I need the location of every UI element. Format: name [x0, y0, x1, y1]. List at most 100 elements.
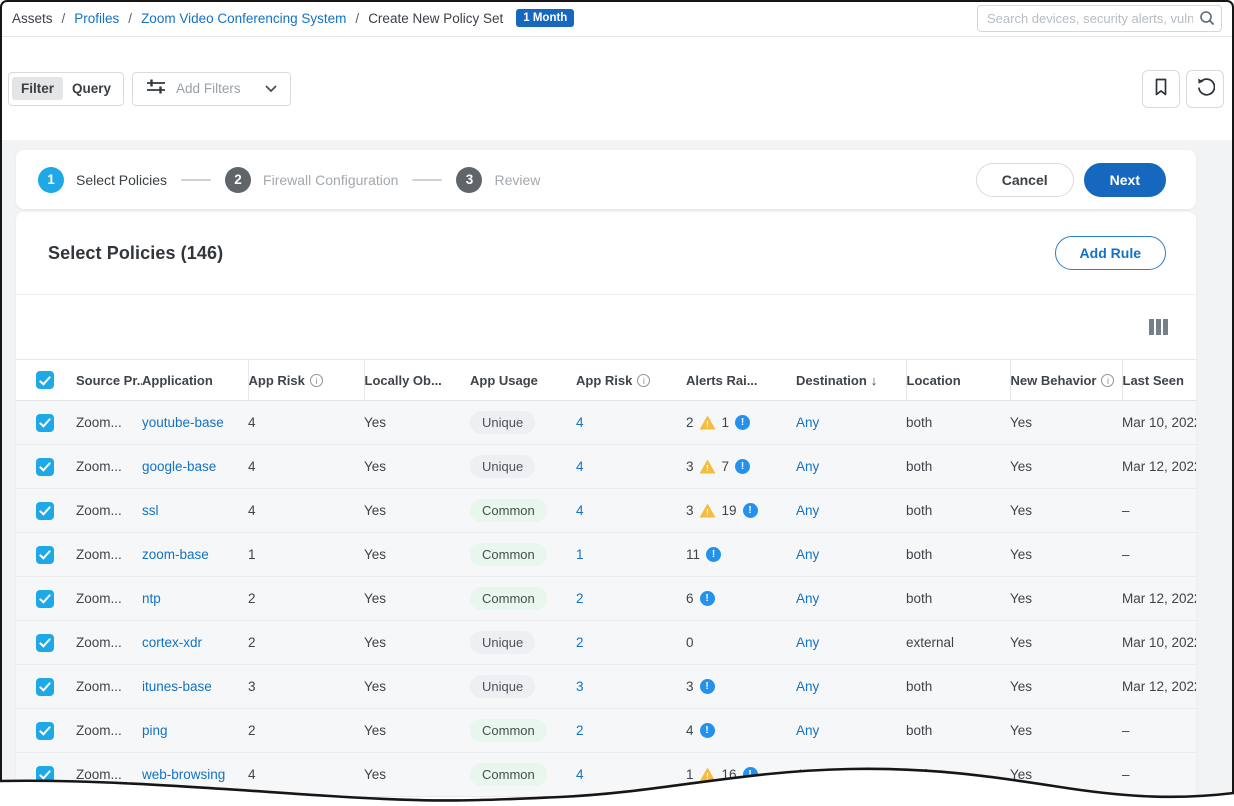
col-app-risk-1[interactable]: App Risk	[248, 360, 364, 401]
row-checkbox[interactable]	[36, 502, 54, 520]
cell-app-risk: 2	[248, 577, 364, 621]
cell-app-risk: 4	[248, 489, 364, 533]
cell-alerts-raised: 2 1	[686, 401, 796, 445]
col-locally-observed[interactable]: Locally Ob...	[364, 360, 470, 401]
col-destination[interactable]: Destination	[796, 360, 906, 401]
table-row[interactable]: Zoom... itunes-base 3 Yes Unique 3 3 Any…	[16, 665, 1196, 709]
breadcrumb-profiles[interactable]: Profiles	[74, 11, 119, 26]
col-application[interactable]: Application	[142, 360, 248, 401]
table-row[interactable]: Zoom... ssl 4 Yes Common 4 3 19 Any both…	[16, 489, 1196, 533]
cell-app-risk: 3	[248, 665, 364, 709]
table-row[interactable]: Zoom... web-browsing 4 Yes Common 4 1 16…	[16, 753, 1196, 797]
breadcrumb-separator: /	[62, 11, 66, 26]
search-input[interactable]	[977, 5, 1222, 32]
table-row[interactable]: Zoom... ping 2 Yes Common 2 4 Any both Y…	[16, 709, 1196, 753]
col-alerts-raised[interactable]: Alerts Rai...	[686, 360, 796, 401]
next-button[interactable]: Next	[1084, 163, 1166, 197]
cell-alerts-raised: 3	[686, 665, 796, 709]
info-icon[interactable]	[310, 374, 323, 387]
application-link[interactable]: ntp	[142, 591, 161, 606]
row-checkbox[interactable]	[36, 414, 54, 432]
row-checkbox[interactable]	[36, 546, 54, 564]
application-link[interactable]: itunes-base	[142, 679, 212, 694]
app-risk-link[interactable]: 4	[576, 503, 584, 518]
application-link[interactable]: ping	[142, 723, 168, 738]
info-icon[interactable]	[637, 374, 650, 387]
info-icon[interactable]	[1101, 374, 1114, 387]
row-checkbox[interactable]	[36, 590, 54, 608]
bookmark-button[interactable]	[1142, 70, 1180, 108]
table-row[interactable]: Zoom... google-base 4 Yes Unique 4 3 7 A…	[16, 445, 1196, 489]
step-firewall-configuration[interactable]: 2 Firewall Configuration	[225, 167, 398, 193]
app-risk-link[interactable]: 3	[576, 679, 584, 694]
destination-link[interactable]: Any	[796, 679, 819, 694]
table-row[interactable]: Zoom... cortex-xdr 2 Yes Unique 2 0 Any …	[16, 621, 1196, 665]
col-source-profile[interactable]: Source Pr..	[76, 360, 142, 401]
app-risk-link[interactable]: 2	[576, 723, 584, 738]
app-risk-link[interactable]: 4	[576, 767, 584, 782]
cell-destination: Any	[796, 665, 906, 709]
destination-link[interactable]: Any	[796, 503, 819, 518]
table-row[interactable]: Zoom... youtube-base 4 Yes Unique 4 2 1 …	[16, 401, 1196, 445]
breadcrumb-profile-name[interactable]: Zoom Video Conferencing System	[141, 11, 346, 26]
add-rule-button[interactable]: Add Rule	[1055, 236, 1166, 270]
filter-query-toggle: Filter Query	[8, 72, 124, 106]
destination-link[interactable]: Any	[796, 591, 819, 606]
destination-link[interactable]: Any	[796, 635, 819, 650]
cell-new-behavior: Yes	[1010, 709, 1122, 753]
row-checkbox[interactable]	[36, 766, 54, 784]
col-location[interactable]: Location	[906, 360, 1010, 401]
add-filters-dropdown[interactable]: Add Filters	[132, 72, 291, 106]
cell-source-profile: Zoom...	[76, 445, 142, 489]
app-risk-link[interactable]: 4	[576, 459, 584, 474]
destination-link[interactable]: Any	[796, 547, 819, 562]
table-row[interactable]: Zoom... zoom-base 1 Yes Common 1 11 Any …	[16, 533, 1196, 577]
cell-location: both	[906, 533, 1010, 577]
cell-app-risk-2: 2	[576, 577, 686, 621]
cell-application: cortex-xdr	[142, 621, 248, 665]
destination-link[interactable]: Any	[796, 415, 819, 430]
step-select-policies[interactable]: 1 Select Policies	[38, 167, 167, 193]
application-link[interactable]: cortex-xdr	[142, 635, 202, 650]
app-risk-link[interactable]: 2	[576, 591, 584, 606]
col-app-risk-2[interactable]: App Risk	[576, 360, 686, 401]
row-checkbox[interactable]	[36, 678, 54, 696]
query-tab[interactable]: Query	[63, 77, 120, 100]
chevron-down-icon	[265, 80, 277, 98]
select-all-checkbox[interactable]	[36, 371, 54, 389]
destination-link[interactable]: Any	[796, 767, 819, 782]
step-1-circle: 1	[38, 167, 64, 193]
cancel-button[interactable]: Cancel	[976, 163, 1074, 197]
row-checkbox[interactable]	[36, 722, 54, 740]
cell-source-profile: Zoom...	[76, 533, 142, 577]
sort-desc-icon[interactable]	[871, 373, 878, 388]
application-link[interactable]: google-base	[142, 459, 216, 474]
reset-button[interactable]	[1186, 70, 1224, 108]
cell-app-usage: Common	[470, 533, 576, 577]
cell-destination: Any	[796, 445, 906, 489]
application-link[interactable]: ssl	[142, 503, 159, 518]
application-link[interactable]: zoom-base	[142, 547, 209, 562]
step-review[interactable]: 3 Review	[456, 167, 540, 193]
column-settings-icon[interactable]	[1149, 319, 1168, 335]
destination-link[interactable]: Any	[796, 459, 819, 474]
col-new-behavior[interactable]: New Behavior	[1010, 360, 1122, 401]
time-range-badge[interactable]: 1 Month	[516, 9, 574, 27]
breadcrumb-assets[interactable]: Assets	[12, 11, 53, 26]
application-link[interactable]: web-browsing	[142, 767, 225, 782]
table-row[interactable]: Zoom... ntp 2 Yes Common 2 6 Any both Ye…	[16, 577, 1196, 621]
app-risk-link[interactable]: 2	[576, 635, 584, 650]
cell-app-risk-2: 1	[576, 533, 686, 577]
col-app-usage[interactable]: App Usage	[470, 360, 576, 401]
row-checkbox[interactable]	[36, 634, 54, 652]
add-filters-label: Add Filters	[176, 81, 241, 96]
row-checkbox[interactable]	[36, 458, 54, 476]
application-link[interactable]: youtube-base	[142, 415, 224, 430]
cell-destination: Any	[796, 577, 906, 621]
destination-link[interactable]: Any	[796, 723, 819, 738]
app-risk-link[interactable]: 1	[576, 547, 584, 562]
cell-alerts-raised: 3 19	[686, 489, 796, 533]
app-risk-link[interactable]: 4	[576, 415, 584, 430]
col-last-seen[interactable]: Last Seen	[1122, 360, 1196, 401]
filter-tab[interactable]: Filter	[12, 77, 63, 100]
